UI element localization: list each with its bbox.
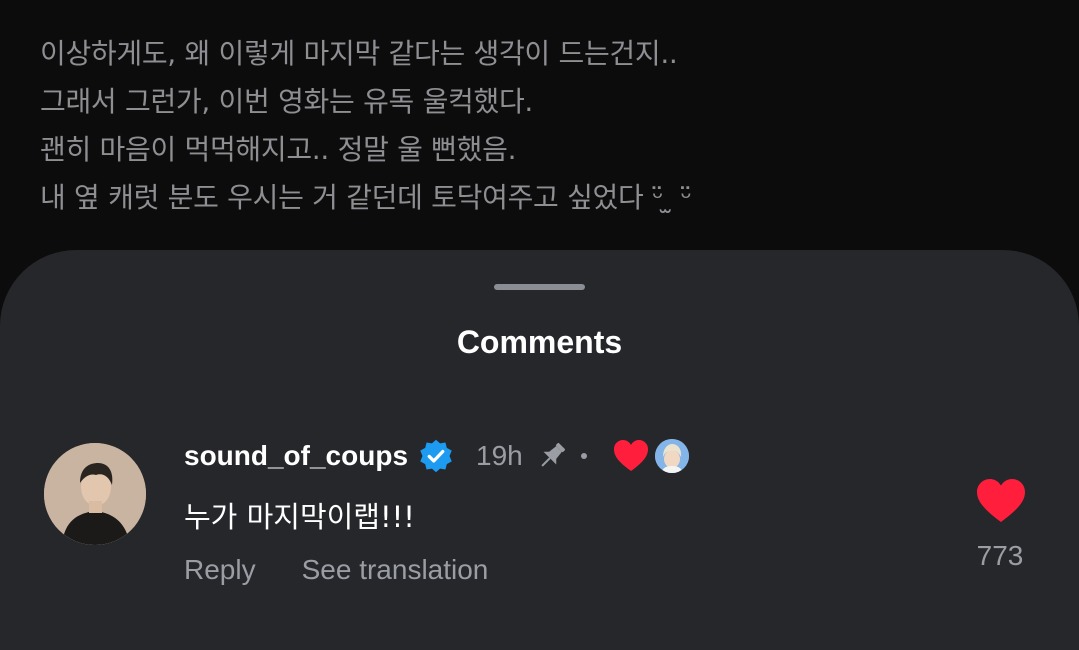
creator-like-heart-icon — [613, 440, 648, 471]
post-caption: 이상하게도, 왜 이렇게 마지막 같다는 생각이 드는건지.. 그래서 그런가,… — [40, 30, 1040, 222]
caption-line: 괜히 마음이 먹먹해지고.. 정말 울 뻔했음. — [40, 133, 517, 166]
comments-sheet: Comments sound_of_coups 19h 누가 마지막이랩!!! … — [0, 250, 1079, 650]
comment-text: 누가 마지막이랩!!! — [184, 500, 415, 534]
separator-dot — [580, 453, 587, 459]
comment-header: sound_of_coups 19h — [184, 438, 689, 474]
creator-avatar — [654, 439, 689, 473]
see-translation-button[interactable]: See translation — [302, 554, 489, 586]
avatar-photo — [44, 443, 146, 545]
creator-avatar-photo — [654, 439, 689, 473]
drag-handle[interactable] — [494, 284, 585, 290]
pin-icon — [541, 442, 565, 467]
sheet-title: Comments — [456, 324, 623, 360]
like-heart-icon[interactable] — [976, 478, 1026, 524]
comment-time: 19h — [476, 440, 523, 471]
verified-badge-icon — [420, 439, 452, 473]
caption-line: 이상하게도, 왜 이렇게 마지막 같다는 생각이 드는건지.. — [40, 37, 678, 70]
reply-button[interactable]: Reply — [184, 554, 256, 586]
caption-line: 그래서 그런가, 이번 영화는 유독 울컥했다. — [40, 85, 534, 118]
caption-line: 내 옆 캐럿 분도 우시는 거 같던데 토닥여주고 싶었다 ᵕ̈ ̫ ᵕ̈ — [40, 181, 692, 214]
like-count: 773 — [976, 540, 1024, 571]
comment-actions: Reply See translation — [184, 554, 488, 586]
username[interactable]: sound_of_coups — [184, 440, 408, 472]
avatar[interactable] — [44, 443, 146, 545]
